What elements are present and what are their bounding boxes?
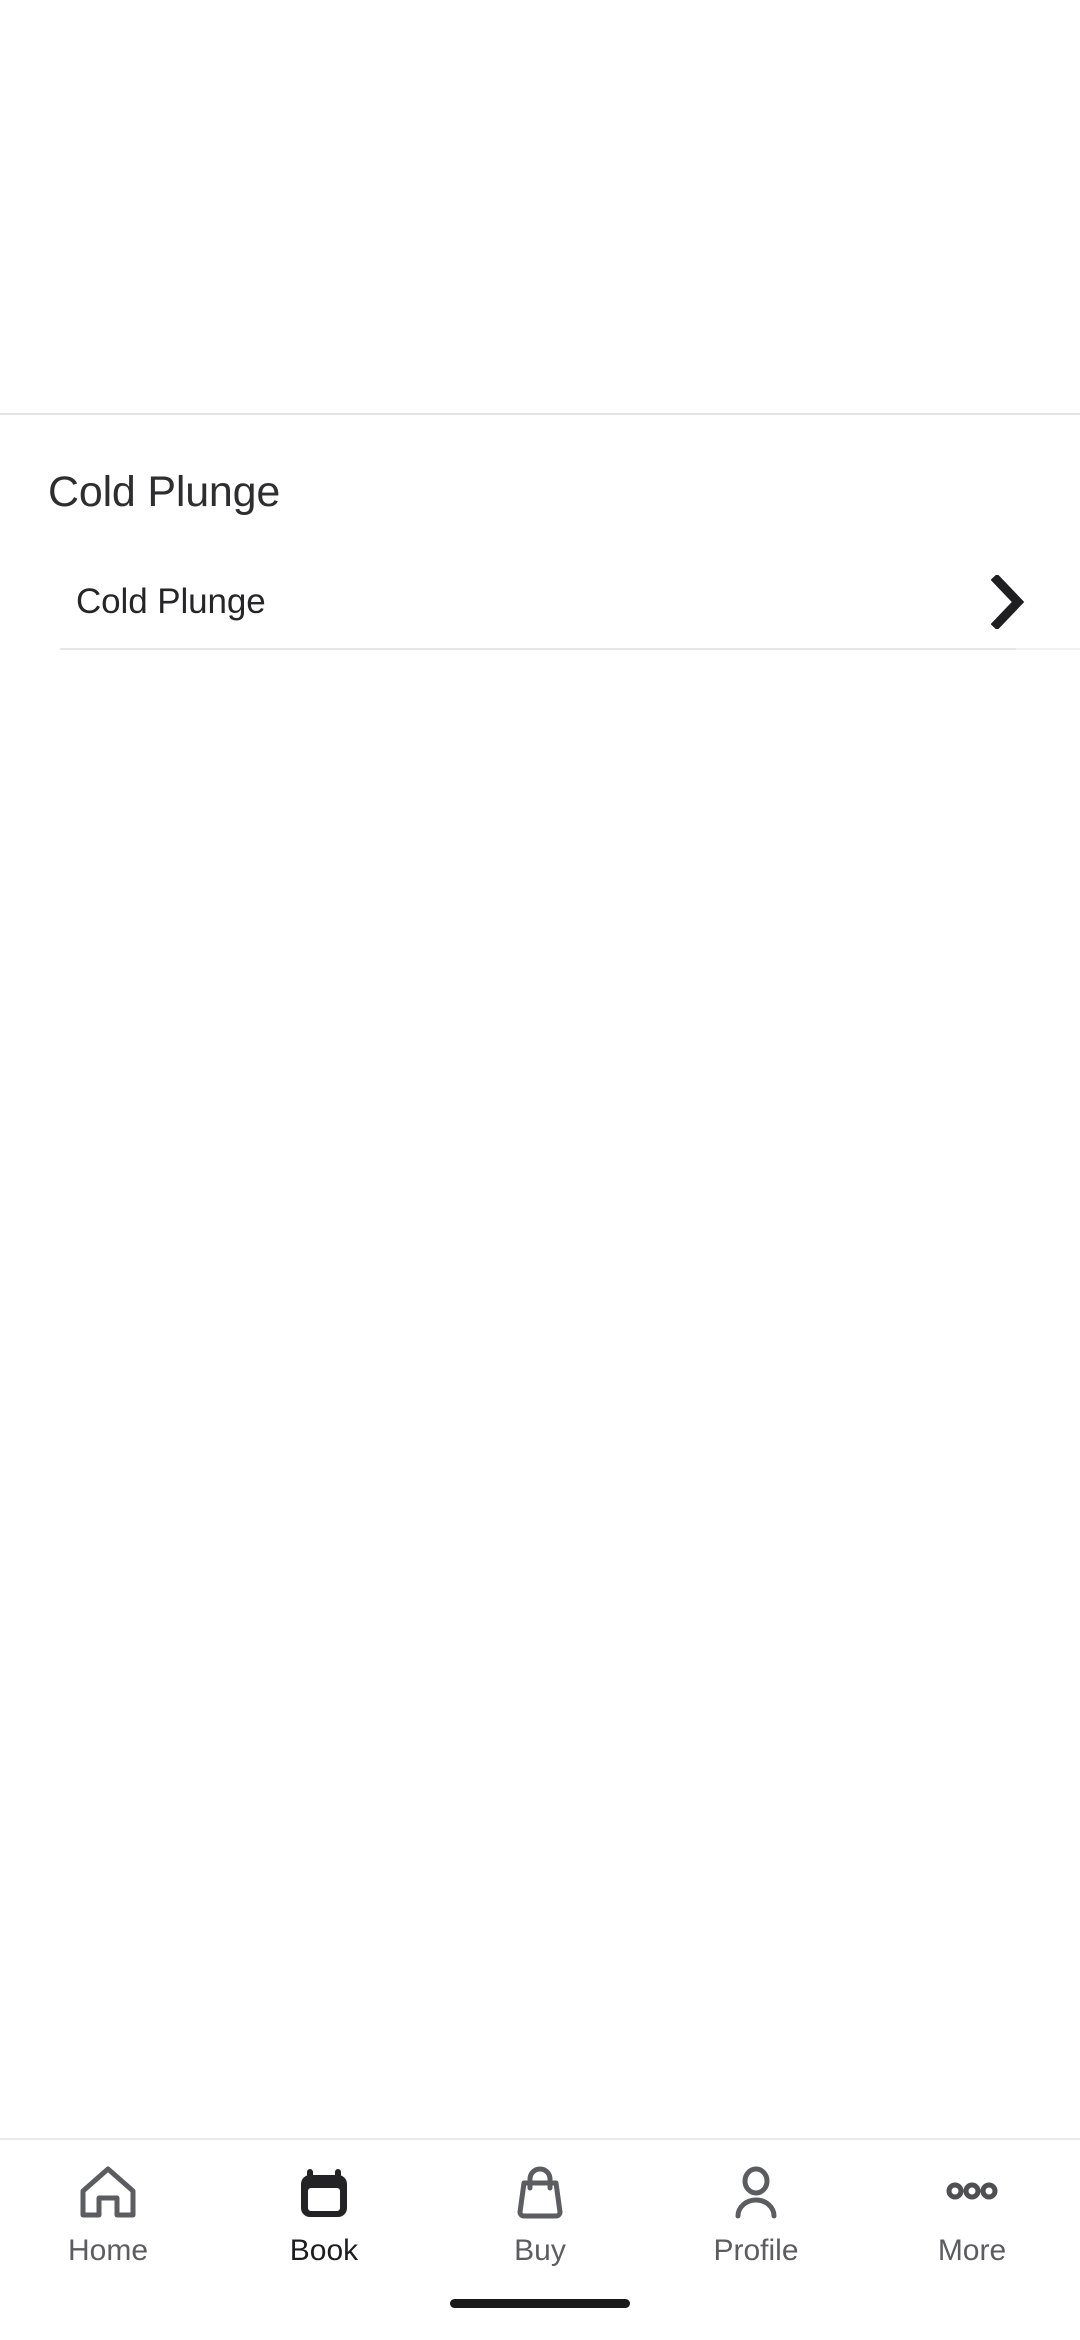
nav-tab-book[interactable]: Book <box>216 2162 432 2266</box>
list-item-label: Cold Plunge <box>76 582 266 622</box>
home-indicator-bar[interactable] <box>450 2298 630 2308</box>
home-icon <box>77 2162 139 2224</box>
ellipsis-icon <box>941 2162 1003 2224</box>
person-icon <box>725 2162 787 2224</box>
nav-tab-buy-label: Buy <box>514 2234 566 2267</box>
nav-tab-profile[interactable]: Profile <box>648 2162 864 2266</box>
bag-icon <box>509 2162 571 2224</box>
bottom-nav-items: Home Book Buy Profile More <box>0 2162 1080 2266</box>
nav-tab-more-label: More <box>937 2234 1007 2267</box>
home-indicator-area <box>0 2266 1080 2340</box>
nav-tab-home[interactable]: Home <box>0 2162 216 2266</box>
nav-tab-book-label: Book <box>289 2234 359 2267</box>
nav-tab-home-label: Home <box>67 2234 149 2267</box>
nav-tab-buy[interactable]: Buy <box>432 2162 648 2266</box>
list-item-cold-plunge[interactable]: Cold Plunge <box>0 555 1080 648</box>
calendar-icon <box>293 2162 355 2224</box>
bottom-navigation-bar: Home Book Buy Profile More <box>0 2138 1080 2340</box>
nav-tab-profile-label: Profile <box>713 2234 799 2267</box>
chevron-right-icon[interactable] <box>962 556 1054 648</box>
list-item-divider-tail <box>1016 647 1080 650</box>
list-item-divider <box>60 647 1080 650</box>
nav-tab-more[interactable]: More <box>864 2162 1080 2266</box>
top-blank-region <box>0 0 1080 413</box>
main-content: Cold Plunge Cold Plunge <box>0 415 1080 2138</box>
service-list: Cold Plunge <box>0 555 1080 650</box>
page-title: Cold Plunge <box>48 468 281 516</box>
app-screen: Cold Plunge Cold Plunge Home Book Buy Pr… <box>0 0 1080 2340</box>
